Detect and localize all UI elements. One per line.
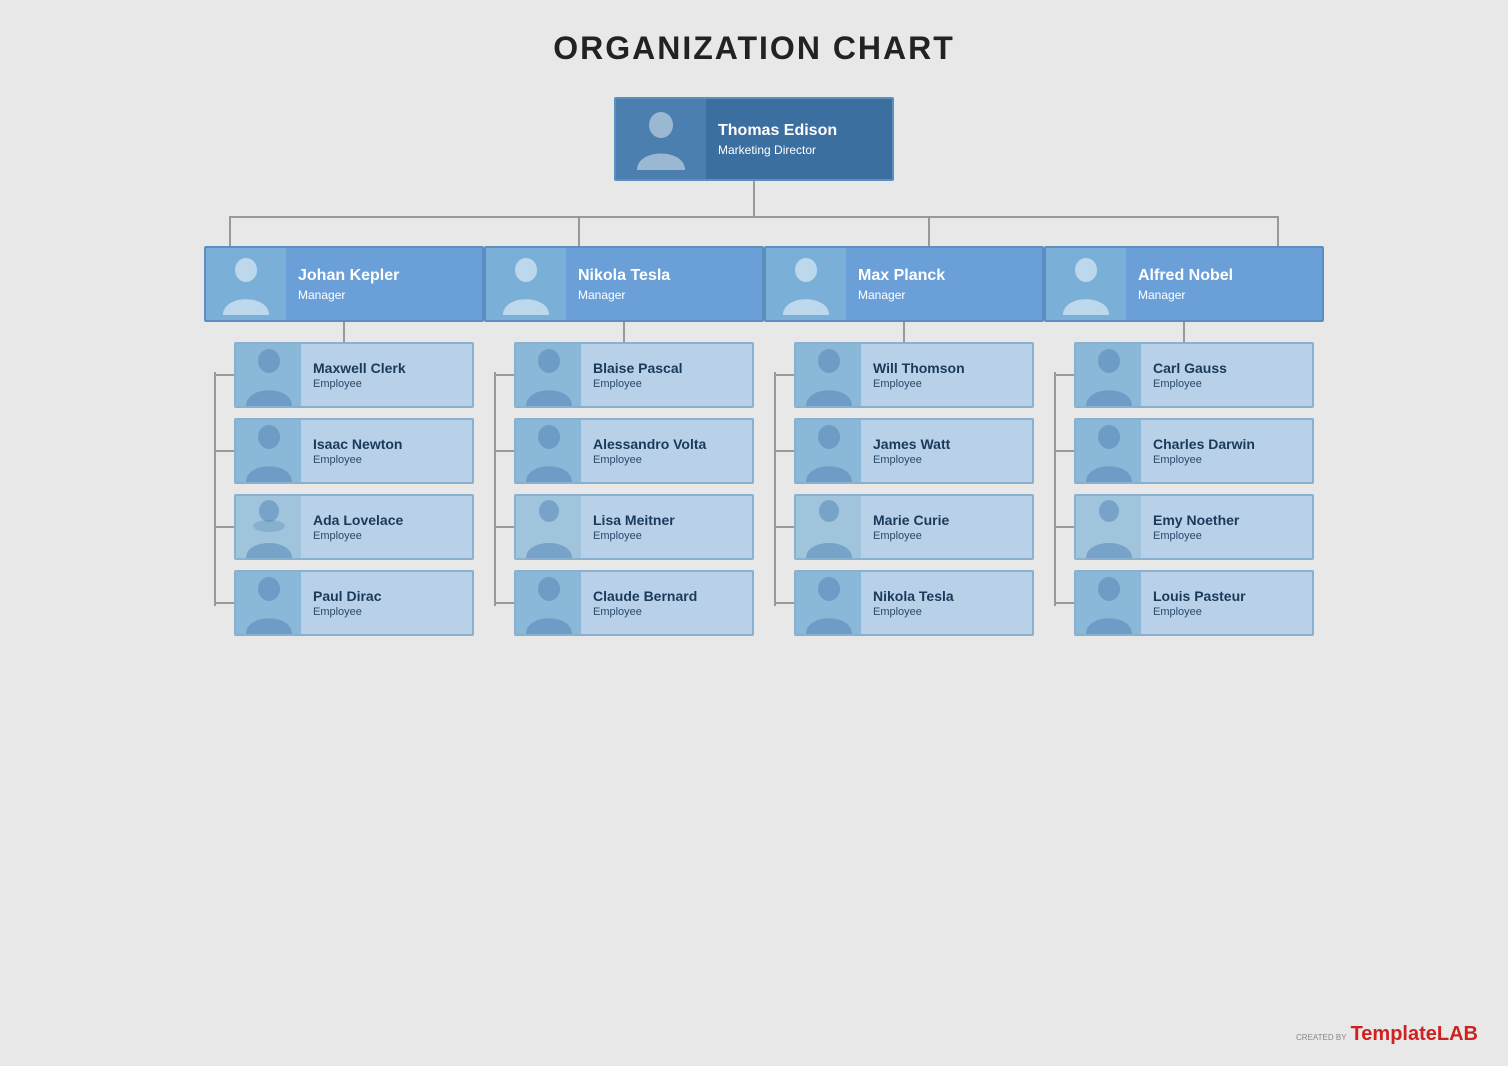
root-info: Thomas Edison Marketing Director xyxy=(706,115,849,162)
watermark-brand-colored: LAB xyxy=(1437,1023,1478,1045)
vtick-2 xyxy=(578,216,580,246)
emp-row-0-1: Isaac Newton Employee xyxy=(216,418,474,484)
watermark-created-by: CREATED BY xyxy=(1296,1033,1347,1043)
emp-group-0: Maxwell Clerk Employee Isaac Newton Empl… xyxy=(214,342,474,636)
emp-row-0-2: Ada Lovelace Employee xyxy=(216,494,474,560)
emp-row-0-3: Paul Dirac Employee xyxy=(216,570,474,636)
manager-name-0: Johan Kepler xyxy=(298,266,399,285)
col-4: Alfred Nobel Manager Carl Gauss xyxy=(1044,246,1324,636)
watermark: CREATED BY TemplateLAB xyxy=(1296,1023,1478,1046)
emp-node-0-1: Isaac Newton Employee xyxy=(234,418,474,484)
manager-node-1: Nikola Tesla Manager xyxy=(484,246,764,322)
root-role: Marketing Director xyxy=(718,143,837,157)
emp-node-0-3: Paul Dirac Employee xyxy=(234,570,474,636)
manager-node-3: Alfred Nobel Manager xyxy=(1044,246,1324,322)
root-node: Thomas Edison Marketing Director xyxy=(614,97,894,181)
vtick-3 xyxy=(928,216,930,246)
conn-mgr-0 xyxy=(343,322,345,342)
emp-node-0-0: Maxwell Clerk Employee xyxy=(234,342,474,408)
watermark-brand-plain: Template xyxy=(1351,1023,1437,1045)
org-chart: Thomas Edison Marketing Director Johan K… xyxy=(204,97,1304,636)
vtick-4 xyxy=(1277,216,1279,246)
manager-node-2: Max Planck Manager xyxy=(764,246,1044,322)
manager-node-0: Johan Kepler Manager xyxy=(204,246,484,322)
emp-list-0: Maxwell Clerk Employee Isaac Newton Empl… xyxy=(216,342,474,636)
root-avatar xyxy=(616,99,706,179)
col-3: Max Planck Manager Will Thomson xyxy=(764,246,1044,636)
page-title: ORGANIZATION CHART xyxy=(553,30,955,67)
root-row: Thomas Edison Marketing Director xyxy=(614,97,894,181)
manager-info-0: Johan Kepler Manager xyxy=(286,260,411,307)
col-1: Johan Kepler Manager Maxw xyxy=(204,246,484,636)
vtick-1 xyxy=(229,216,231,246)
managers-employees-row: Johan Kepler Manager Maxw xyxy=(204,246,1304,636)
manager-role-0: Manager xyxy=(298,288,399,302)
hbar-top xyxy=(229,216,1279,218)
emp-node-0-2: Ada Lovelace Employee xyxy=(234,494,474,560)
col-2: Nikola Tesla Manager Blaise Pascal xyxy=(484,246,764,636)
manager-avatar-0 xyxy=(206,248,286,320)
connector-root-down xyxy=(753,181,755,216)
emp-row-0-0: Maxwell Clerk Employee xyxy=(216,342,474,408)
root-name: Thomas Edison xyxy=(718,121,837,140)
